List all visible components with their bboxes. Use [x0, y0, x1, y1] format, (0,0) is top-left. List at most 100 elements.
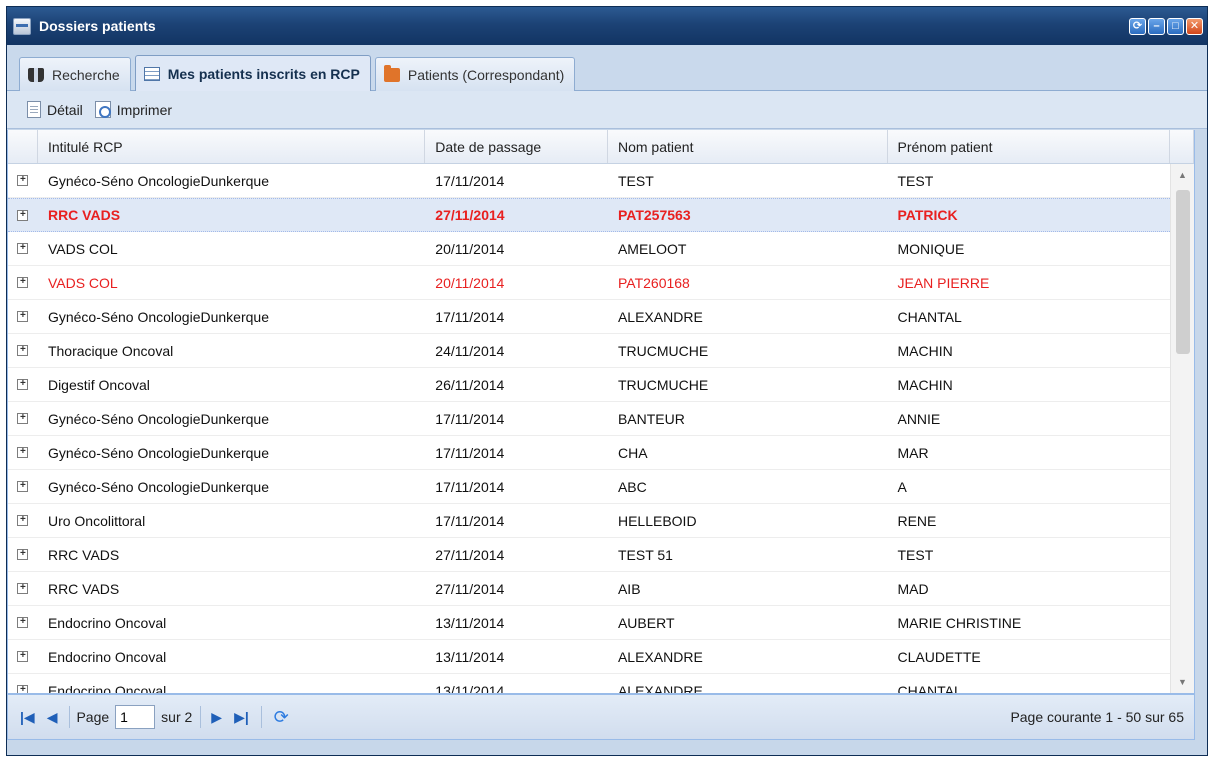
prenom-cell: MARIE CHRISTINE: [897, 614, 1022, 631]
vertical-scrollbar[interactable]: ▲ ▼: [1170, 164, 1194, 693]
prenom-cell: CLAUDETTE: [897, 648, 981, 665]
expand-icon[interactable]: +: [17, 243, 29, 254]
expand-icon[interactable]: +: [17, 413, 29, 424]
maximize-icon[interactable]: □: [1167, 18, 1184, 35]
table-row[interactable]: + Endocrino Oncoval 13/11/2014 ALEXANDRE CHA…: [8, 674, 1170, 693]
last-page-icon[interactable]: ▶|: [234, 709, 249, 726]
nom-cell: ALEXANDRE: [617, 308, 703, 325]
table-row[interactable]: + RRC VADS 27/11/2014 TEST 51 TEST: [8, 538, 1170, 572]
window-tools: ⟳ – □ ✕: [1129, 18, 1203, 35]
row-expander-cell: +: [8, 413, 38, 424]
nom-cell: BANTEUR: [617, 410, 685, 427]
minimize-icon[interactable]: –: [1148, 18, 1165, 35]
date-cell: 17/11/2014: [435, 410, 505, 427]
paging-info: Page courante 1 - 50 sur 65: [1010, 709, 1184, 725]
expand-icon[interactable]: +: [17, 549, 29, 560]
detail-button[interactable]: Détail: [27, 101, 83, 118]
table-row[interactable]: + RRC VADS 27/11/2014 PAT257563 PATRICK: [8, 198, 1170, 232]
expand-icon[interactable]: +: [17, 447, 29, 458]
prenom-cell: A: [897, 478, 907, 495]
table-row[interactable]: + VADS COL 20/11/2014 PAT260168 JEAN PIERRE: [8, 266, 1170, 300]
row-expander-cell: +: [8, 379, 38, 390]
grid-toolbar: Détail Imprimer: [7, 91, 1207, 129]
rcp-cell: VADS COL: [47, 274, 118, 291]
column-header-date[interactable]: Date de passage: [425, 130, 608, 163]
row-expander-cell: +: [8, 685, 38, 693]
table-row[interactable]: + Gynéco-Séno OncologieDunkerque 17/11/201…: [8, 164, 1170, 198]
tab-mes-patients-rcp[interactable]: Mes patients inscrits en RCP: [134, 55, 371, 91]
table-row[interactable]: + VADS COL 20/11/2014 AMELOOT MONIQUE: [8, 232, 1170, 266]
scrollbar-thumb[interactable]: [1176, 190, 1190, 354]
table-row[interactable]: + Endocrino Oncoval 13/11/2014 AUBERT MARIE …: [8, 606, 1170, 640]
scroll-up-icon[interactable]: ▲: [1178, 170, 1187, 180]
date-cell: 20/11/2014: [435, 240, 505, 257]
expand-icon[interactable]: +: [17, 583, 29, 594]
first-page-icon[interactable]: |◀: [20, 709, 35, 726]
expand-icon[interactable]: +: [17, 515, 29, 526]
expand-icon[interactable]: +: [17, 175, 29, 186]
column-header-prenom[interactable]: Prénom patient: [888, 130, 1171, 163]
row-expander-cell: +: [8, 175, 38, 186]
date-cell: 17/11/2014: [435, 478, 505, 495]
expand-icon[interactable]: +: [17, 481, 29, 492]
date-cell: 13/11/2014: [435, 648, 505, 665]
tab-recherche[interactable]: Recherche: [19, 57, 131, 91]
expand-icon[interactable]: +: [17, 379, 29, 390]
expand-icon[interactable]: +: [17, 651, 29, 662]
window-app-icon: [13, 17, 31, 35]
expand-icon[interactable]: +: [17, 685, 29, 693]
table-row[interactable]: + Thoracique Oncoval 24/11/2014 TRUCMUCHE MA…: [8, 334, 1170, 368]
row-expander-cell: +: [8, 243, 38, 254]
pager-separator: [69, 706, 71, 728]
table-row[interactable]: + Gynéco-Séno OncologieDunkerque 17/11/201…: [8, 402, 1170, 436]
document-icon: [27, 101, 41, 118]
scroll-down-icon[interactable]: ▼: [1178, 677, 1187, 687]
nom-cell: TRUCMUCHE: [617, 376, 709, 393]
tab-strip: Recherche Mes patients inscrits en RCP P…: [7, 45, 1207, 91]
next-page-icon[interactable]: ▶: [211, 709, 222, 726]
table-row[interactable]: + Gynéco-Séno OncologieDunkerque 17/11/201…: [8, 300, 1170, 334]
prenom-cell: CHANTAL: [897, 308, 962, 325]
row-expander-cell: +: [8, 209, 38, 221]
date-cell: 20/11/2014: [435, 274, 505, 291]
previous-page-icon[interactable]: ◀: [47, 709, 58, 726]
date-cell: 17/11/2014: [435, 444, 505, 461]
table-row[interactable]: + Digestif Oncoval 26/11/2014 TRUCMUCHE MACH…: [8, 368, 1170, 402]
rcp-cell: VADS COL: [47, 240, 118, 257]
table-row[interactable]: + Endocrino Oncoval 13/11/2014 ALEXANDRE CLA…: [8, 640, 1170, 674]
date-cell: 17/11/2014: [435, 308, 505, 325]
column-header-nom[interactable]: Nom patient: [608, 130, 888, 163]
nom-cell: ABC: [617, 478, 647, 495]
expand-icon[interactable]: +: [17, 209, 29, 221]
expand-icon[interactable]: +: [17, 617, 29, 628]
table-row[interactable]: + RRC VADS 27/11/2014 AIB MAD: [8, 572, 1170, 606]
prenom-cell: MAD: [897, 580, 929, 597]
expand-icon[interactable]: +: [17, 277, 29, 288]
table-row[interactable]: + Gynéco-Séno OncologieDunkerque 17/11/201…: [8, 470, 1170, 504]
row-expander-cell: +: [8, 617, 38, 628]
pager-separator: [260, 706, 262, 728]
prenom-cell: MONIQUE: [897, 240, 965, 257]
row-expander-cell: +: [8, 549, 38, 560]
date-cell: 27/11/2014: [435, 207, 505, 223]
print-button[interactable]: Imprimer: [94, 101, 172, 118]
table-row[interactable]: + Gynéco-Séno OncologieDunkerque 17/11/201…: [8, 436, 1170, 470]
rcp-cell: RRC VADS: [47, 207, 121, 223]
expand-icon[interactable]: +: [17, 311, 29, 322]
refresh-icon[interactable]: ⟳: [274, 707, 289, 728]
window-titlebar[interactable]: Dossiers patients ⟳ – □ ✕: [7, 7, 1207, 45]
expand-icon[interactable]: +: [17, 345, 29, 356]
table-row[interactable]: + Uro Oncolittoral 17/11/2014 HELLEBOID RENE: [8, 504, 1170, 538]
page-number-input[interactable]: [115, 705, 156, 729]
page-total-label: sur 2: [161, 709, 193, 725]
rcp-cell: Thoracique Oncoval: [47, 342, 174, 359]
refresh-icon[interactable]: ⟳: [1129, 18, 1146, 35]
close-icon[interactable]: ✕: [1186, 18, 1203, 35]
row-expander-cell: +: [8, 583, 38, 594]
patients-grid: Intitulé RCP Date de passage Nom patient…: [7, 130, 1195, 694]
prenom-cell: TEST: [897, 172, 934, 189]
binoculars-icon: [28, 67, 44, 82]
column-header-rcp[interactable]: Intitulé RCP: [38, 130, 426, 163]
tab-label: Recherche: [52, 66, 120, 83]
tab-patients-correspondant[interactable]: Patients (Correspondant): [374, 57, 576, 91]
